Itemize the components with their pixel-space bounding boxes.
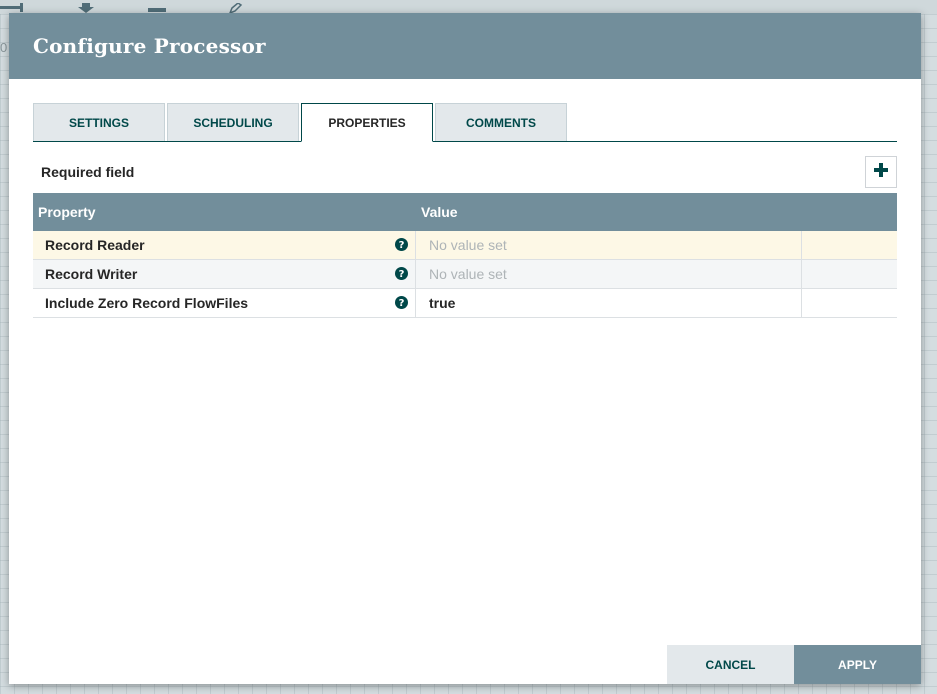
tab-label: SETTINGS — [68, 115, 129, 130]
property-value: true — [429, 295, 456, 311]
property-value: No value set — [429, 266, 507, 282]
canvas-toolbar — [0, 0, 937, 15]
question-circle-icon[interactable]: ? — [395, 267, 408, 280]
actions-cell — [802, 260, 897, 288]
svg-text:?: ? — [399, 298, 405, 309]
tab-properties[interactable]: PROPERTIES — [301, 103, 433, 142]
tab-comments[interactable]: COMMENTS — [435, 103, 567, 141]
question-circle-icon[interactable]: ? — [395, 296, 408, 309]
tab-label: COMMENTS — [466, 115, 536, 130]
property-name: Include Zero Record FlowFiles — [45, 295, 249, 311]
column-header-property: Property — [38, 204, 96, 220]
property-name: Record Reader — [45, 237, 145, 253]
operations-icon[interactable] — [0, 0, 28, 12]
table-row[interactable]: Record Writer ? No value set — [33, 260, 897, 289]
property-cell: Record Writer ? — [33, 260, 416, 288]
pencil-icon[interactable] — [226, 0, 254, 15]
svg-text:?: ? — [399, 240, 405, 251]
apply-button-label: APPLY — [838, 657, 877, 672]
tab-bar: SETTINGS SCHEDULING PROPERTIES COMMENTS — [33, 103, 897, 142]
import-icon[interactable] — [76, 0, 104, 13]
add-property-button[interactable] — [865, 156, 897, 188]
property-cell: Record Reader ? — [33, 231, 416, 259]
tab-label: SCHEDULING — [193, 115, 273, 130]
question-circle-icon[interactable]: ? — [395, 238, 408, 251]
property-cell: Include Zero Record FlowFiles ? — [33, 289, 416, 317]
actions-cell — [802, 231, 897, 259]
configure-processor-dialog: Configure Processor SETTINGS SCHEDULING … — [9, 13, 921, 684]
required-field-row: Required field — [33, 156, 897, 190]
value-cell[interactable]: true — [417, 289, 802, 317]
value-cell[interactable]: No value set — [417, 260, 802, 288]
property-value: No value set — [429, 237, 507, 253]
canvas-partial-text: 0 — [0, 40, 8, 55]
dialog-title: Configure Processor — [33, 34, 266, 58]
tab-scheduling[interactable]: SCHEDULING — [167, 103, 299, 141]
column-header-value: Value — [421, 204, 458, 220]
value-cell[interactable]: No value set — [417, 231, 802, 259]
actions-cell — [802, 289, 897, 317]
table-row[interactable]: Include Zero Record FlowFiles ? true — [33, 289, 897, 318]
property-name: Record Writer — [45, 266, 138, 282]
cancel-button[interactable]: CANCEL — [667, 645, 794, 684]
plus-icon — [873, 162, 889, 183]
tab-settings[interactable]: SETTINGS — [33, 103, 165, 141]
apply-button[interactable]: APPLY — [794, 645, 921, 684]
required-field-label: Required field — [41, 164, 135, 180]
properties-table: Property Value Record Reader ? No value … — [33, 193, 897, 318]
cancel-button-label: CANCEL — [705, 657, 756, 672]
dialog-header: Configure Processor — [9, 13, 921, 79]
table-row[interactable]: Record Reader ? No value set — [33, 231, 897, 260]
template-icon[interactable] — [146, 0, 174, 12]
tab-label: PROPERTIES — [328, 115, 406, 130]
svg-text:?: ? — [399, 269, 405, 280]
table-header: Property Value — [33, 193, 897, 231]
